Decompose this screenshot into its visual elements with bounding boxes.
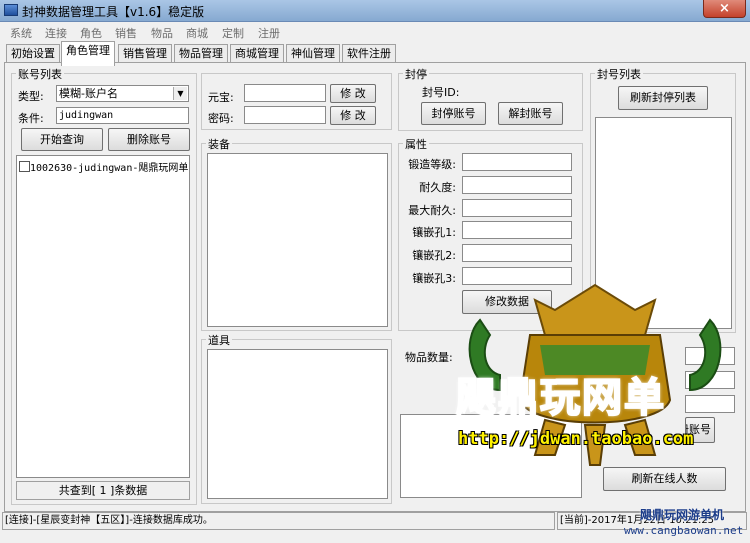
close-button[interactable]: × [703, 0, 746, 18]
menu-bar: 系统 连接 角色 销售 物品 商城 定制 注册 [0, 22, 750, 41]
type-select[interactable]: 模糊-账户名 ▼ [56, 85, 189, 102]
menu-mall[interactable]: 商城 [186, 25, 208, 41]
list-item[interactable]: 1002630-judingwan-飓鼎玩网单 [19, 159, 188, 174]
socket2-input[interactable] [462, 244, 572, 262]
menu-items[interactable]: 物品 [151, 25, 173, 41]
durability-input[interactable] [462, 176, 572, 194]
checkbox[interactable] [19, 161, 30, 172]
type-select-value: 模糊-账户名 [59, 87, 118, 100]
watermark-brand: 飓鼎玩网单 [455, 374, 666, 422]
items-listbox[interactable] [207, 349, 388, 499]
equipment-listbox[interactable] [207, 153, 388, 327]
menu-sales[interactable]: 销售 [115, 25, 137, 41]
watermark-url: http://jdwan.taobao.com [458, 429, 694, 449]
account-listbox[interactable]: 1002630-judingwan-飓鼎玩网单 [16, 155, 190, 478]
ban-id-label: 封号ID: [422, 86, 460, 99]
equipment-title: 装备 [206, 136, 232, 152]
type-label: 类型: [18, 90, 44, 103]
window-title: 封神数据管理工具【v1.6】稳定版 [22, 5, 205, 19]
ban-title: 封停 [403, 66, 429, 82]
unban-account-button[interactable]: 解封账号 [498, 102, 563, 125]
gold-modify-button[interactable]: 修 改 [330, 84, 376, 103]
menu-connect[interactable]: 连接 [45, 25, 67, 41]
attr-label-forge: 锻造等级: [408, 158, 456, 171]
gold-label: 元宝: [208, 91, 234, 104]
ban-list-title: 封号列表 [595, 66, 643, 82]
password-label: 密码: [208, 112, 234, 125]
app-icon [4, 4, 18, 16]
menu-register[interactable]: 注册 [258, 25, 280, 41]
chevron-down-icon[interactable]: ▼ [173, 87, 187, 100]
condition-input[interactable]: judingwan [56, 107, 189, 124]
attr-label-durability: 耐久度: [419, 181, 456, 194]
menu-custom[interactable]: 定制 [222, 25, 244, 41]
forge-level-input[interactable] [462, 153, 572, 171]
start-query-button[interactable]: 开始查询 [21, 128, 103, 151]
watermark-footer-url: www.cangbaowan.net [624, 524, 744, 537]
password-modify-button[interactable]: 修 改 [330, 106, 376, 125]
socket1-input[interactable] [462, 221, 572, 239]
attributes-title: 属性 [403, 136, 429, 152]
attr-label-socket1: 镶嵌孔1: [412, 226, 456, 239]
menu-role[interactable]: 角色 [80, 25, 102, 41]
ban-account-button[interactable]: 封停账号 [421, 102, 486, 125]
gold-input[interactable] [244, 84, 326, 102]
refresh-ban-list-button[interactable]: 刷新封停列表 [618, 86, 708, 110]
account-list-title: 账号列表 [16, 66, 64, 82]
list-item-label: 1002630-judingwan-飓鼎玩网单 [30, 163, 189, 174]
watermark-footer: 飓鼎玩网游单机 [640, 508, 725, 522]
max-durability-input[interactable] [462, 199, 572, 217]
tab-role-management[interactable]: 角色管理 [61, 41, 115, 66]
items-title: 道具 [206, 332, 232, 348]
query-summary: 共查到[ 1 ]条数据 [16, 481, 190, 500]
attr-label-max-durability: 最大耐久: [408, 204, 456, 217]
attr-label-socket2: 镶嵌孔2: [412, 249, 456, 262]
password-input[interactable] [244, 106, 326, 124]
condition-label: 条件: [18, 112, 44, 125]
menu-system[interactable]: 系统 [10, 25, 32, 41]
delete-account-button[interactable]: 删除账号 [108, 128, 190, 151]
